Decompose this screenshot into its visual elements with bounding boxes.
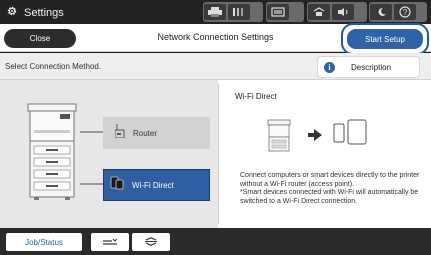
- job-status-button[interactable]: Job/Status: [6, 233, 82, 251]
- settings-title-wrap: Settings: [6, 4, 64, 22]
- help-icon[interactable]: ?: [394, 4, 416, 20]
- bottom-bar: Job/Status: [0, 228, 431, 255]
- start-setup-highlight: Start Setup: [341, 23, 429, 55]
- expand-icon: [144, 233, 158, 251]
- network-status-group: [307, 2, 367, 22]
- router-option[interactable]: Router: [103, 117, 210, 149]
- gear-icon: [6, 4, 18, 22]
- page-title: Settings: [24, 7, 64, 19]
- method-bar: Select Connection Method. i Description: [0, 53, 431, 80]
- start-setup-button[interactable]: Start Setup: [347, 29, 423, 49]
- network-icon[interactable]: [308, 4, 330, 20]
- detail-description: Connect computers or smart devices direc…: [240, 172, 420, 205]
- svg-text:?: ?: [403, 8, 408, 17]
- printer-illustration-icon: [27, 103, 77, 200]
- panel-divider: [218, 84, 219, 224]
- wifi-direct-icon: [110, 176, 124, 195]
- description-label: Description: [351, 62, 392, 72]
- info-icon: i: [324, 61, 335, 73]
- printer-small-icon: [267, 119, 291, 152]
- description-button[interactable]: i Description: [318, 57, 419, 77]
- method-prompt: Select Connection Method.: [5, 62, 102, 71]
- expand-button[interactable]: [132, 233, 170, 251]
- router-icon: [114, 123, 125, 143]
- printer-connection-illustration: [27, 103, 103, 200]
- minimize-icon: [102, 233, 118, 251]
- wifi-direct-option[interactable]: Wi-Fi Direct: [103, 169, 210, 201]
- router-option-label: Router: [133, 128, 158, 138]
- printer-status-group: [203, 2, 263, 22]
- arrow-right-icon: [308, 129, 322, 141]
- maintenance-status-group: [266, 2, 304, 22]
- ink-levels-icon[interactable]: [228, 4, 250, 20]
- sleep-icon[interactable]: [370, 4, 392, 20]
- wifi-direct-diagram: [267, 119, 367, 152]
- eco-status-group: ?: [369, 2, 427, 22]
- connection-options-panel: Router Wi-Fi Direct: [0, 80, 218, 228]
- sound-icon[interactable]: [332, 4, 354, 20]
- maintenance-box-icon[interactable]: [267, 4, 289, 20]
- smart-devices-icon: [333, 119, 367, 145]
- printer-icon[interactable]: [204, 4, 226, 20]
- top-status-bar: Settings ?: [0, 0, 431, 24]
- wifi-direct-option-label: Wi-Fi Direct: [132, 180, 174, 190]
- detail-title: Wi-Fi Direct: [235, 92, 277, 101]
- minimize-button[interactable]: [91, 233, 129, 251]
- main-area: Router Wi-Fi Direct Wi-Fi Direct Connect…: [0, 80, 431, 228]
